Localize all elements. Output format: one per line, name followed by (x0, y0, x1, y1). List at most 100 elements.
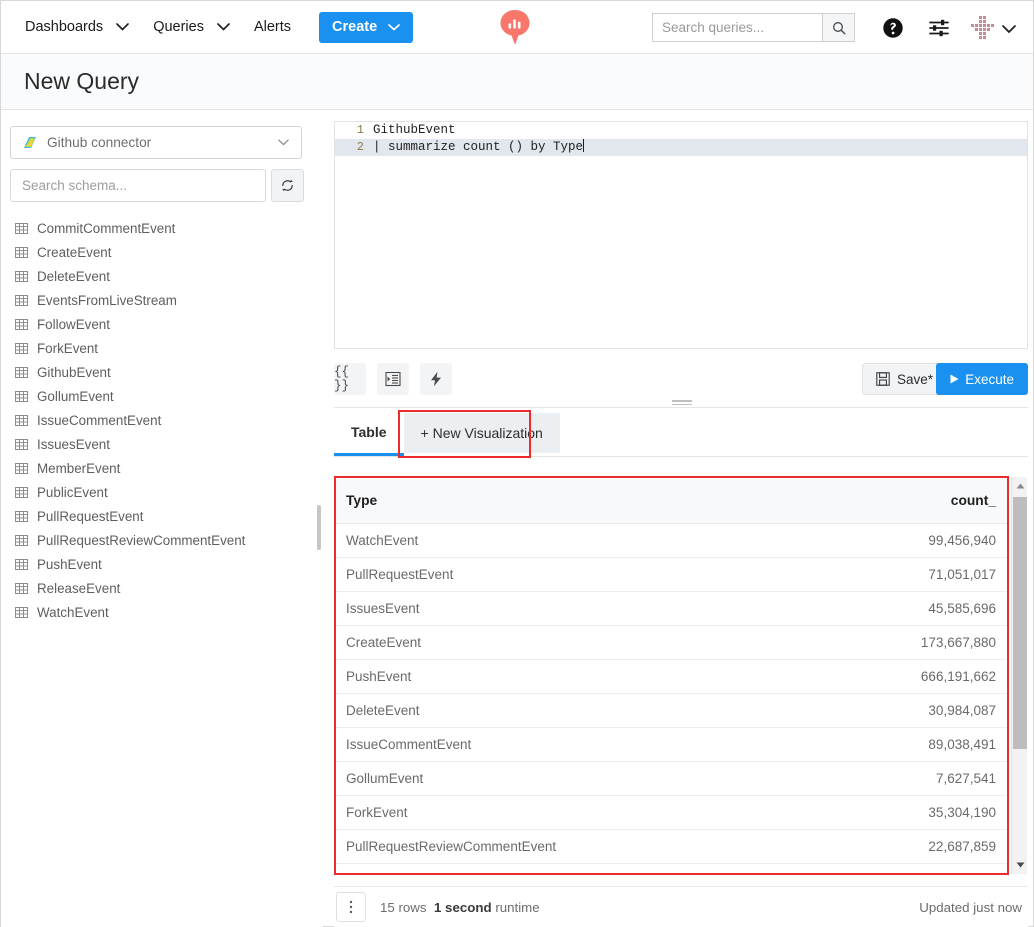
chevron-down-icon-dashboards[interactable] (116, 23, 129, 31)
status-runtime-value: 1 second (434, 900, 492, 915)
status-updated: Updated just now (919, 900, 1022, 915)
query-parameters-button[interactable]: {{ }} (334, 363, 366, 395)
table-icon (15, 270, 28, 283)
results-table-header: Type count_ (335, 477, 1007, 524)
table-row[interactable]: PullRequestEvent71,051,017 (335, 558, 1007, 592)
schema-table-item[interactable]: GithubEvent (1, 360, 315, 384)
cell-type: ForkEvent (335, 805, 928, 820)
create-button[interactable]: Create (319, 12, 413, 43)
column-header-type[interactable]: Type (335, 493, 951, 508)
page-title-bar: New Query (1, 54, 1033, 110)
table-row[interactable]: CreateEvent173,667,880 (335, 626, 1007, 660)
search-button[interactable] (822, 13, 855, 42)
schema-sidebar: Github connector Search schema... Commit… (1, 110, 323, 927)
cell-type: PullRequestReviewCommentEvent (335, 839, 928, 854)
schema-table-label: GithubEvent (37, 365, 111, 380)
connector-select[interactable]: Github connector (10, 126, 302, 159)
schema-table-item[interactable]: PublicEvent (1, 480, 315, 504)
text-cursor (583, 139, 584, 152)
schema-table-item[interactable]: GollumEvent (1, 384, 315, 408)
cell-count: 30,984,087 (928, 703, 1007, 718)
row-options-button[interactable] (336, 892, 366, 922)
results-status-bar: 15 rows 1 second runtime Updated just no… (334, 886, 1028, 927)
schema-table-item[interactable]: CreateEvent (1, 240, 315, 264)
schema-table-item[interactable]: CommitCommentEvent (1, 216, 315, 240)
scroll-down-arrow-icon[interactable] (1012, 857, 1028, 873)
table-row[interactable]: DeleteEvent30,984,087 (335, 694, 1007, 728)
avatar[interactable] (969, 14, 996, 41)
nav-item-dashboards[interactable]: Dashboards (25, 19, 103, 35)
schema-table-item[interactable]: DeleteEvent (1, 264, 315, 288)
query-editor[interactable]: 1GithubEvent2| summarize count () by Typ… (334, 121, 1028, 349)
query-editor-lines: 1GithubEvent2| summarize count () by Typ… (335, 122, 1027, 156)
table-row[interactable]: ForkEvent35,304,190 (335, 796, 1007, 830)
save-button[interactable]: Save* (862, 363, 947, 395)
query-editor-line[interactable]: 1GithubEvent (335, 122, 1027, 139)
schema-table-label: GollumEvent (37, 389, 114, 404)
sidebar-scrollbar[interactable] (315, 110, 323, 927)
schema-search-placeholder: Search schema... (22, 178, 127, 193)
schema-table-item[interactable]: PushEvent (1, 552, 315, 576)
cell-type: DeleteEvent (335, 703, 928, 718)
quick-actions-icon (429, 371, 443, 387)
search-input-placeholder: Search queries... (662, 20, 764, 35)
table-icon (15, 462, 28, 475)
nav-item-alerts[interactable]: Alerts (254, 19, 291, 35)
chevron-down-icon-queries[interactable] (217, 23, 230, 31)
schema-table-item[interactable]: PullRequestReviewCommentEvent (1, 528, 315, 552)
schema-table-label: PublicEvent (37, 485, 108, 500)
query-editor-line[interactable]: 2| summarize count () by Type (335, 139, 1027, 156)
tab-new-visualization-label: + New Visualization (421, 425, 543, 441)
tab-new-visualization[interactable]: + New Visualization (404, 413, 560, 453)
column-header-count[interactable]: count_ (951, 493, 1007, 508)
quick-actions-button[interactable] (420, 363, 452, 395)
cell-count: 71,051,017 (928, 567, 1007, 582)
schema-table-item[interactable]: MemberEvent (1, 456, 315, 480)
table-row[interactable]: WatchEvent99,456,940 (335, 524, 1007, 558)
line-number: 1 (335, 122, 373, 139)
chevron-down-icon-create (388, 24, 400, 31)
schema-table-label: PushEvent (37, 557, 102, 572)
execute-button[interactable]: Execute (936, 363, 1028, 395)
schema-table-item[interactable]: WatchEvent (1, 600, 315, 624)
refresh-schema-button[interactable] (271, 169, 304, 202)
table-row[interactable]: GollumEvent7,627,541 (335, 762, 1007, 796)
schema-table-item[interactable]: EventsFromLiveStream (1, 288, 315, 312)
cell-type: IssuesEvent (335, 601, 928, 616)
table-row[interactable]: PullRequestReviewCommentEvent22,687,859 (335, 830, 1007, 864)
format-query-button[interactable] (377, 363, 409, 395)
schema-table-label: DeleteEvent (37, 269, 110, 284)
app-logo[interactable] (498, 8, 532, 46)
search-input[interactable]: Search queries... (652, 13, 822, 42)
line-text: GithubEvent (373, 122, 456, 139)
editor-toolbar: {{ }} Save* (334, 363, 1028, 395)
connector-select-label: Github connector (47, 135, 278, 150)
schema-table-item[interactable]: ForkEvent (1, 336, 315, 360)
schema-search-input[interactable]: Search schema... (10, 169, 266, 202)
chevron-down-icon-account[interactable] (1002, 21, 1016, 39)
schema-table-item[interactable]: IssuesEvent (1, 432, 315, 456)
schema-table-item[interactable]: PullRequestEvent (1, 504, 315, 528)
table-icon (15, 246, 28, 259)
nav-item-queries[interactable]: Queries (153, 19, 204, 35)
settings-button[interactable] (924, 13, 954, 43)
help-button[interactable] (878, 13, 908, 43)
schema-table-item[interactable]: FollowEvent (1, 312, 315, 336)
schema-table-label: ReleaseEvent (37, 581, 120, 596)
table-row[interactable]: IssuesEvent45,585,696 (335, 592, 1007, 626)
schema-table-list: CommitCommentEventCreateEvent DeleteEvent… (1, 216, 315, 624)
scroll-up-arrow-icon[interactable] (1012, 478, 1028, 494)
sidebar-scrollbar-thumb[interactable] (317, 505, 321, 550)
results-scrollbar-thumb[interactable] (1013, 497, 1027, 749)
schema-table-item[interactable]: ReleaseEvent (1, 576, 315, 600)
table-row[interactable]: IssueCommentEvent89,038,491 (335, 728, 1007, 762)
tab-table[interactable]: Table (334, 411, 404, 456)
refresh-icon (280, 178, 295, 193)
table-row[interactable]: PushEvent666,191,662 (335, 660, 1007, 694)
results-scrollbar[interactable] (1011, 477, 1027, 874)
cell-type: GollumEvent (335, 771, 936, 786)
schema-table-item[interactable]: IssueCommentEvent (1, 408, 315, 432)
app-window: Dashboards Queries Alerts Create (0, 0, 1034, 927)
pane-resize-handle[interactable] (672, 400, 692, 407)
save-button-label: Save* (897, 372, 933, 387)
